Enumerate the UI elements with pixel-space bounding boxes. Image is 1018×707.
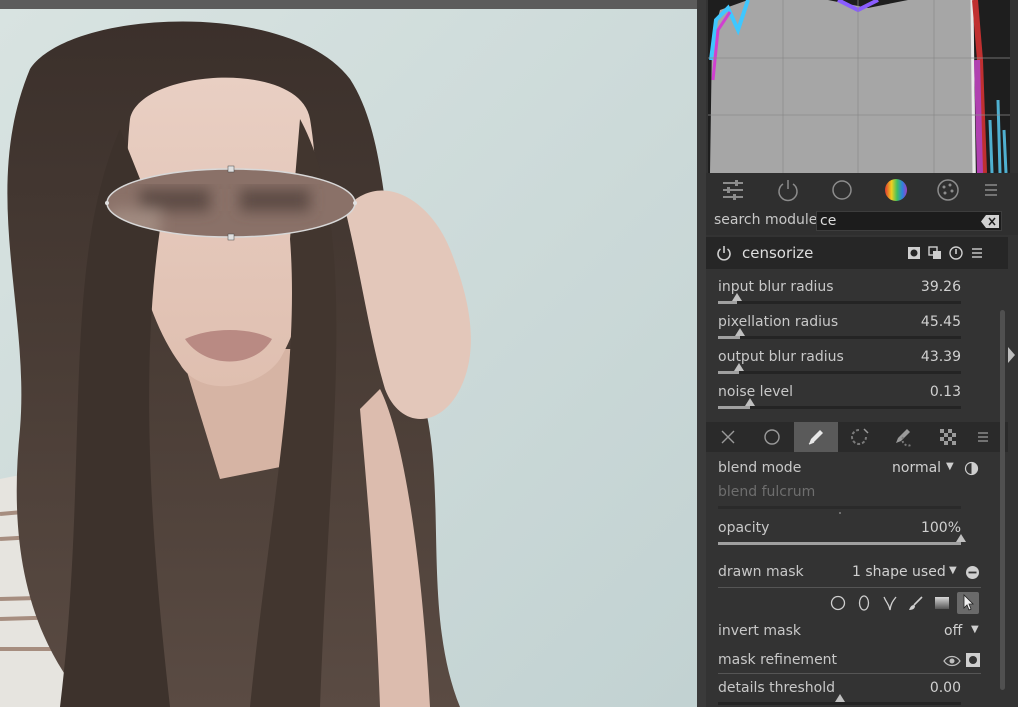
slider-fill [718, 301, 738, 304]
invert-mask-combobox[interactable]: invert mask off ▼ [718, 623, 981, 643]
noise-level-slider[interactable]: noise level 0.13 [718, 384, 961, 416]
color-wheel-icon[interactable] [881, 177, 911, 203]
drawn-mask-label: drawn mask [718, 564, 804, 580]
blend-mode-label: blend mode [718, 460, 802, 476]
path-shape-icon[interactable] [882, 595, 898, 611]
slider-value: 0.13 [929, 384, 961, 400]
details-threshold-slider[interactable]: details threshold 0.00 [718, 680, 961, 707]
slider-thumb[interactable] [732, 293, 743, 301]
remove-shapes-icon[interactable] [965, 565, 980, 580]
slider-fill [718, 542, 961, 545]
module-header[interactable]: censorize [706, 237, 1008, 269]
drawn-mask-icon[interactable] [794, 422, 838, 452]
drawn-mask-value: 1 shape used [852, 564, 946, 580]
search-input[interactable]: ce [816, 211, 1002, 231]
slider-value: 43.39 [920, 349, 961, 365]
circle-shape-icon[interactable] [830, 595, 846, 611]
blend-fulcrum-slider: blend fulcrum [718, 484, 981, 514]
histogram[interactable] [708, 0, 1010, 173]
clear-search-icon[interactable] [981, 215, 999, 228]
canvas-right-border [697, 0, 706, 707]
collapse-panel-arrow-icon[interactable] [1008, 347, 1015, 363]
drawn-mask-row[interactable]: drawn mask 1 shape used ▼ [718, 564, 981, 588]
menu-icon[interactable] [976, 177, 1006, 203]
slider-track[interactable] [718, 328, 961, 339]
slider-track[interactable] [718, 534, 966, 545]
image-canvas[interactable] [0, 0, 706, 707]
invert-mask-value: off [944, 623, 963, 639]
mask-display-icon[interactable] [965, 652, 981, 668]
blend-menu-icon[interactable] [968, 422, 998, 452]
slider-center-dot [839, 512, 841, 514]
invert-mask-label: invert mask [718, 623, 801, 639]
search-module-label: search module [714, 212, 818, 228]
module-power-icon[interactable] [716, 245, 732, 261]
right-panel: search module ce censorize input blur ra… [706, 0, 1018, 707]
slider-fill [718, 336, 740, 339]
slider-thumb[interactable] [734, 328, 745, 336]
module-groups-bar [706, 173, 1018, 207]
opacity-label: opacity [718, 520, 770, 536]
slider-thumb[interactable] [956, 534, 966, 542]
brush-shape-icon[interactable] [908, 595, 924, 611]
search-module-row: search module ce [706, 207, 1018, 235]
reset-icon[interactable] [948, 245, 964, 261]
opacity-value: 100% [920, 520, 961, 536]
multi-instance-icon[interactable] [927, 245, 943, 261]
blend-mode-combobox[interactable]: blend mode normal ▼ [718, 460, 981, 480]
details-threshold-label: details threshold [718, 680, 836, 696]
blend-fulcrum-label: blend fulcrum [718, 484, 816, 500]
canvas-top-border [0, 0, 706, 9]
power-icon[interactable] [773, 177, 803, 203]
slider-fill [718, 406, 750, 409]
slider-thumb[interactable] [834, 694, 845, 702]
slider-value: 39.26 [920, 279, 961, 295]
off-icon[interactable] [706, 422, 750, 452]
uniform-icon[interactable] [750, 422, 794, 452]
edit-shapes-icon[interactable] [957, 592, 979, 614]
presets-menu-icon[interactable] [969, 245, 985, 261]
photo [0, 9, 697, 707]
panel-scrollbar[interactable] [1000, 310, 1005, 690]
slider-label: noise level [718, 384, 793, 400]
slider-value: 45.45 [920, 314, 961, 330]
parametric-mask-icon[interactable] [838, 422, 882, 452]
mask-refinement-label: mask refinement [718, 652, 838, 668]
ellipse-shape-icon[interactable] [856, 595, 872, 611]
slider-fill [718, 371, 740, 374]
slider-track[interactable] [718, 398, 961, 409]
dropdown-arrow-icon: ▼ [971, 624, 979, 635]
blend-tabs [706, 422, 1008, 452]
search-input-value: ce [820, 213, 837, 229]
eye-icon[interactable] [943, 654, 961, 668]
input-blur-radius-slider[interactable]: input blur radius 39.26 [718, 279, 961, 311]
slider-track[interactable] [718, 363, 961, 374]
shape-tools [824, 592, 984, 614]
slider-track[interactable] [718, 293, 961, 304]
pixellation-radius-slider[interactable]: pixellation radius 45.45 [718, 314, 961, 346]
opacity-slider[interactable]: opacity 100% [718, 520, 966, 552]
module-title: censorize [742, 244, 814, 262]
raster-mask-icon[interactable] [926, 422, 970, 452]
sliders-icon[interactable] [718, 177, 748, 203]
dropdown-arrow-icon: ▼ [949, 565, 957, 576]
circle-icon[interactable] [827, 177, 857, 203]
dropdown-arrow-icon: ▼ [946, 461, 954, 472]
blend-mode-value: normal [892, 460, 942, 476]
slider-track[interactable] [718, 694, 961, 705]
mask-indicator-icon[interactable] [906, 245, 922, 261]
reverse-blend-icon[interactable] [964, 461, 979, 476]
drawn-parametric-icon[interactable] [882, 422, 926, 452]
slider-thumb[interactable] [734, 363, 745, 371]
palette-icon[interactable] [933, 177, 963, 203]
output-blur-radius-slider[interactable]: output blur radius 43.39 [718, 349, 961, 381]
slider-track [718, 506, 961, 509]
gradient-shape-icon[interactable] [934, 595, 950, 611]
details-threshold-value: 0.00 [929, 680, 961, 696]
mask-refinement-section[interactable]: mask refinement [718, 652, 981, 674]
slider-thumb[interactable] [744, 398, 755, 406]
